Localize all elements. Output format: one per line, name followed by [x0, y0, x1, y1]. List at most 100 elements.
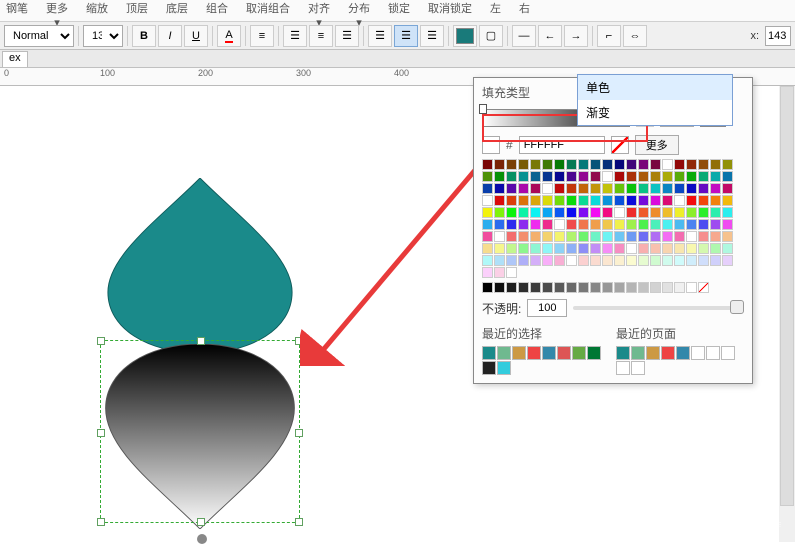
gray-cell[interactable] [566, 282, 577, 293]
palette-cell[interactable] [602, 207, 613, 218]
palette-cell[interactable] [614, 159, 625, 170]
palette-cell[interactable] [590, 255, 601, 266]
recent-swatch[interactable] [691, 346, 705, 360]
palette-cell[interactable] [542, 219, 553, 230]
palette-cell[interactable] [602, 159, 613, 170]
x-input[interactable] [765, 26, 791, 46]
palette-cell[interactable] [722, 231, 733, 242]
palette-cell[interactable] [686, 243, 697, 254]
palette-cell[interactable] [590, 243, 601, 254]
align-right-button[interactable]: ☰ [335, 25, 359, 47]
palette-cell[interactable] [482, 243, 493, 254]
palette-cell[interactable] [698, 255, 709, 266]
gray-cell[interactable] [578, 282, 589, 293]
recent-swatch[interactable] [616, 346, 630, 360]
resize-handle-nw[interactable] [97, 337, 105, 345]
shape-drop-teal[interactable] [105, 178, 295, 353]
palette-cell[interactable] [494, 195, 505, 206]
palette-cell[interactable] [686, 231, 697, 242]
palette-cell[interactable] [614, 219, 625, 230]
vertical-scrollbar[interactable] [779, 86, 795, 542]
palette-cell[interactable] [614, 243, 625, 254]
palette-cell[interactable] [626, 231, 637, 242]
opacity-input[interactable] [527, 299, 567, 317]
palette-cell[interactable] [578, 231, 589, 242]
palette-cell[interactable] [566, 195, 577, 206]
palette-cell[interactable] [722, 183, 733, 194]
palette-cell[interactable] [554, 171, 565, 182]
palette-cell[interactable] [674, 255, 685, 266]
palette-cell[interactable] [698, 183, 709, 194]
palette-cell[interactable] [494, 231, 505, 242]
palette-cell[interactable] [626, 219, 637, 230]
palette-cell[interactable] [506, 171, 517, 182]
recent-swatch[interactable] [616, 361, 630, 375]
palette-cell[interactable] [722, 255, 733, 266]
palette-cell[interactable] [710, 243, 721, 254]
valign-bottom-button[interactable]: ☰ [420, 25, 444, 47]
recent-select-swatches[interactable] [482, 346, 610, 375]
toolbar-group-group[interactable]: 组合 [206, 0, 228, 16]
palette-cell[interactable] [614, 171, 625, 182]
palette-cell[interactable] [578, 243, 589, 254]
gray-cell[interactable] [614, 282, 625, 293]
palette-cell[interactable] [542, 255, 553, 266]
palette-cell[interactable] [530, 219, 541, 230]
palette-cell[interactable] [506, 207, 517, 218]
toolbar-group-pen[interactable]: 钢笔 [6, 0, 28, 16]
recent-swatch[interactable] [676, 346, 690, 360]
gray-cell[interactable] [626, 282, 637, 293]
palette-cell[interactable] [614, 207, 625, 218]
gray-cell[interactable] [686, 282, 697, 293]
palette-cell[interactable] [542, 195, 553, 206]
toolbar-group-left[interactable]: 左 [490, 0, 501, 16]
palette-cell[interactable] [686, 219, 697, 230]
palette-cell[interactable] [710, 183, 721, 194]
palette-cell[interactable] [638, 255, 649, 266]
palette-cell[interactable] [566, 231, 577, 242]
palette-cell[interactable] [542, 243, 553, 254]
palette-cell[interactable] [662, 255, 673, 266]
palette-cell[interactable] [530, 243, 541, 254]
gradient-stop-left[interactable] [479, 104, 487, 114]
palette-cell[interactable] [530, 195, 541, 206]
palette-cell[interactable] [614, 255, 625, 266]
gray-cell[interactable] [650, 282, 661, 293]
font-size-select[interactable]: 13 [83, 25, 123, 47]
palette-cell[interactable] [578, 159, 589, 170]
palette-cell[interactable] [722, 171, 733, 182]
palette-cell[interactable] [638, 183, 649, 194]
palette-cell[interactable] [638, 207, 649, 218]
palette-cell[interactable] [650, 219, 661, 230]
opacity-thumb[interactable] [730, 300, 744, 314]
scrollbar-thumb[interactable] [780, 86, 794, 506]
palette-cell[interactable] [518, 219, 529, 230]
palette-cell[interactable] [506, 219, 517, 230]
palette-cell[interactable] [566, 159, 577, 170]
recent-swatch[interactable] [721, 346, 735, 360]
palette-cell[interactable] [482, 231, 493, 242]
rotate-handle[interactable] [197, 534, 207, 544]
opacity-slider[interactable] [573, 306, 744, 310]
palette-cell[interactable] [506, 255, 517, 266]
italic-button[interactable]: I [158, 25, 182, 47]
toolbar-group-unlock[interactable]: 取消锁定 [428, 0, 472, 16]
palette-cell[interactable] [494, 243, 505, 254]
recent-swatch[interactable] [497, 361, 511, 375]
gray-cell[interactable] [638, 282, 649, 293]
text-color-button[interactable]: A [217, 25, 241, 47]
shape-drop-gradient[interactable] [105, 344, 295, 529]
palette-cell[interactable] [566, 207, 577, 218]
palette-cell[interactable] [482, 171, 493, 182]
palette-cell[interactable] [638, 231, 649, 242]
toolbar-group-right[interactable]: 右 [519, 0, 530, 16]
palette-cell[interactable] [578, 219, 589, 230]
line-style-button[interactable]: — [512, 25, 536, 47]
palette-cell[interactable] [722, 219, 733, 230]
palette-cell[interactable] [626, 195, 637, 206]
palette-cell[interactable] [554, 183, 565, 194]
palette-cell[interactable] [626, 255, 637, 266]
palette-cell[interactable] [578, 207, 589, 218]
valign-top-button[interactable]: ☰ [368, 25, 392, 47]
recent-swatch[interactable] [661, 346, 675, 360]
